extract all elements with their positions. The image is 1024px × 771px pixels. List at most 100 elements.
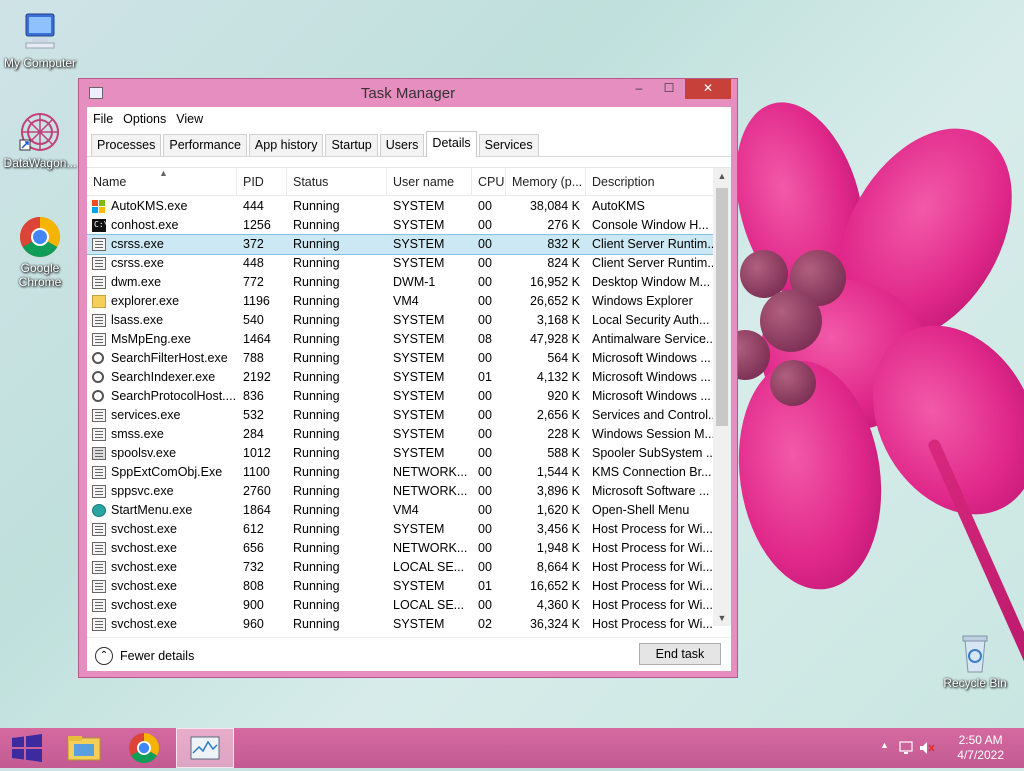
process-memory: 920 K	[547, 389, 580, 403]
network-icon[interactable]	[898, 740, 914, 756]
process-status: Running	[293, 199, 340, 213]
tab-app-history[interactable]: App history	[248, 134, 324, 156]
process-name: AutoKMS.exe	[111, 199, 188, 213]
taskbar-chrome[interactable]	[116, 728, 172, 768]
process-status: Running	[293, 389, 340, 403]
process-cpu: 00	[478, 199, 492, 213]
process-memory: 276 K	[547, 218, 580, 232]
process-cpu: 00	[478, 484, 492, 498]
table-row[interactable]: svchost.exe 732 Running LOCAL SE... 00 8,664 …	[87, 558, 713, 577]
desktop-icon-my-computer[interactable]: My Computer	[0, 10, 80, 70]
menu-file[interactable]: File	[93, 112, 121, 126]
process-description: Microsoft Software ...	[592, 484, 710, 498]
tab-services[interactable]: Services	[478, 134, 539, 156]
process-name: sppsvc.exe	[111, 484, 174, 498]
process-pid: 836	[243, 389, 264, 403]
process-cpu: 08	[478, 332, 492, 346]
taskbar-file-explorer[interactable]	[56, 728, 112, 768]
process-cpu: 00	[478, 275, 492, 289]
end-task-button[interactable]: End task	[639, 643, 721, 665]
sort-ascending-icon: ▲	[159, 168, 168, 178]
table-row[interactable]: csrss.exe 448 Running SYSTEM 00 824 K Client S…	[87, 254, 713, 273]
chevron-up-icon: ⌃	[95, 647, 113, 665]
tab-performance[interactable]: Performance	[163, 134, 247, 156]
table-row[interactable]: sppsvc.exe 2760 Running NETWORK... 00 3,896 K…	[87, 482, 713, 501]
tab-users[interactable]: Users	[379, 134, 425, 156]
process-user-name: SYSTEM	[393, 199, 445, 213]
process-description: Host Process for Wi...	[592, 598, 713, 612]
table-row[interactable]: svchost.exe 900 Running LOCAL SE... 00 4,360 …	[87, 596, 713, 615]
table-row[interactable]: conhost.exe 1256 Running SYSTEM 00 276 K Conso…	[87, 215, 713, 235]
tab-details[interactable]: Details	[426, 131, 477, 157]
process-pid: 540	[243, 313, 264, 327]
table-row[interactable]: dwm.exe 772 Running DWM-1 00 16,952 K Desktop …	[87, 273, 713, 292]
process-cpu: 00	[478, 389, 492, 403]
column-header-pid[interactable]: PID	[237, 168, 287, 196]
process-pid: 1100	[243, 465, 270, 479]
process-name: csrss.exe	[111, 237, 164, 251]
fewer-details-button[interactable]: ⌃ Fewer details	[95, 647, 194, 665]
table-row[interactable]: services.exe 532 Running SYSTEM 00 2,656 K Ser…	[87, 406, 713, 425]
table-row[interactable]: SppExtComObj.Exe 1100 Running NETWORK... 00 1…	[87, 463, 713, 482]
column-header-status[interactable]: Status	[287, 168, 387, 196]
process-user-name: SYSTEM	[393, 389, 445, 403]
vertical-scrollbar[interactable]: ▲ ▼	[713, 168, 731, 626]
maximize-button[interactable]: ☐	[655, 79, 683, 99]
process-name: svchost.exe	[111, 541, 178, 555]
title-bar[interactable]: Task Manager – ☐ ✕	[79, 79, 737, 107]
minimize-button[interactable]: –	[625, 79, 653, 99]
table-header: ▲ Name PID Status User name CPU Memory (…	[87, 168, 713, 196]
scroll-down-arrow-icon[interactable]: ▼	[713, 610, 731, 626]
table-row[interactable]: svchost.exe 808 Running SYSTEM 01 16,652 K Hos…	[87, 577, 713, 596]
process-description: Open-Shell Menu	[592, 503, 690, 517]
tab-processes[interactable]: Processes	[91, 134, 162, 156]
scroll-up-arrow-icon[interactable]: ▲	[713, 168, 731, 184]
process-name: lsass.exe	[111, 313, 164, 327]
taskbar: ▲ 2:50 AM 4/7/2022	[0, 728, 1024, 768]
show-hidden-icons-icon[interactable]: ▲	[880, 740, 889, 750]
column-header-name[interactable]: ▲ Name	[87, 168, 237, 196]
process-status: Running	[293, 237, 340, 251]
table-row[interactable]: spoolsv.exe 1012 Running SYSTEM 00 588 K Spool…	[87, 444, 713, 463]
table-row[interactable]: csrss.exe 372 Running SYSTEM 00 832 K Client S…	[87, 234, 714, 255]
process-description: Host Process for Wi...	[592, 617, 713, 631]
column-header-description[interactable]: Description	[586, 168, 713, 196]
taskbar-clock[interactable]: 2:50 AM 4/7/2022	[957, 733, 1004, 763]
process-status: Running	[293, 598, 340, 612]
table-row[interactable]: StartMenu.exe 1864 Running VM4 00 1,620 K Open…	[87, 501, 713, 520]
table-row[interactable]: svchost.exe 656 Running NETWORK... 00 1,948 K…	[87, 539, 713, 558]
table-row[interactable]: SearchIndexer.exe 2192 Running SYSTEM 01 4,13…	[87, 368, 713, 387]
wallpaper-flower	[700, 60, 1024, 728]
start-button[interactable]	[0, 728, 56, 768]
table-row[interactable]: MsMpEng.exe 1464 Running SYSTEM 08 47,928 K An…	[87, 330, 713, 349]
desktop-icon-google-chrome[interactable]: Google Chrome	[0, 215, 80, 289]
table-row[interactable]: svchost.exe 612 Running SYSTEM 00 3,456 K Host…	[87, 520, 713, 539]
column-header-user-name[interactable]: User name	[387, 168, 472, 196]
process-memory: 1,620 K	[536, 503, 580, 517]
process-status: Running	[293, 484, 340, 498]
column-header-cpu[interactable]: CPU	[472, 168, 506, 196]
tab-startup[interactable]: Startup	[325, 134, 378, 156]
table-row[interactable]: lsass.exe 540 Running SYSTEM 00 3,168 K Local …	[87, 311, 713, 330]
process-user-name: SYSTEM	[393, 617, 445, 631]
menu-options[interactable]: Options	[123, 112, 174, 126]
table-row[interactable]: SearchProtocolHost.... 836 Running SYSTEM 00…	[87, 387, 713, 406]
desktop-icon-recycle-bin[interactable]: Recycle Bin	[935, 630, 1015, 690]
column-header-memory[interactable]: Memory (p...	[506, 168, 586, 196]
table-row[interactable]: explorer.exe 1196 Running VM4 00 26,652 K Wind…	[87, 292, 713, 311]
scrollbar-thumb[interactable]	[716, 188, 728, 426]
menu-view[interactable]: View	[176, 112, 211, 126]
table-row[interactable]: smss.exe 284 Running SYSTEM 00 228 K Windows S…	[87, 425, 713, 444]
process-pid: 960	[243, 617, 264, 631]
process-description: Client Server Runtim...	[592, 256, 713, 270]
desktop-icon-datawagon[interactable]: DataWagon...	[0, 110, 80, 170]
table-row[interactable]: svchost.exe 960 Running SYSTEM 02 36,324 K Hos…	[87, 615, 713, 634]
process-user-name: SYSTEM	[393, 370, 445, 384]
table-row[interactable]: SearchFilterHost.exe 788 Running SYSTEM 00 56…	[87, 349, 713, 368]
volume-muted-icon[interactable]	[918, 740, 936, 756]
table-row[interactable]: AutoKMS.exe 444 Running SYSTEM 00 38,084 K Aut…	[87, 197, 713, 216]
process-cpu: 02	[478, 617, 492, 631]
process-name: SearchFilterHost.exe	[111, 351, 228, 365]
close-button[interactable]: ✕	[685, 79, 731, 99]
taskbar-task-manager[interactable]	[176, 728, 234, 768]
